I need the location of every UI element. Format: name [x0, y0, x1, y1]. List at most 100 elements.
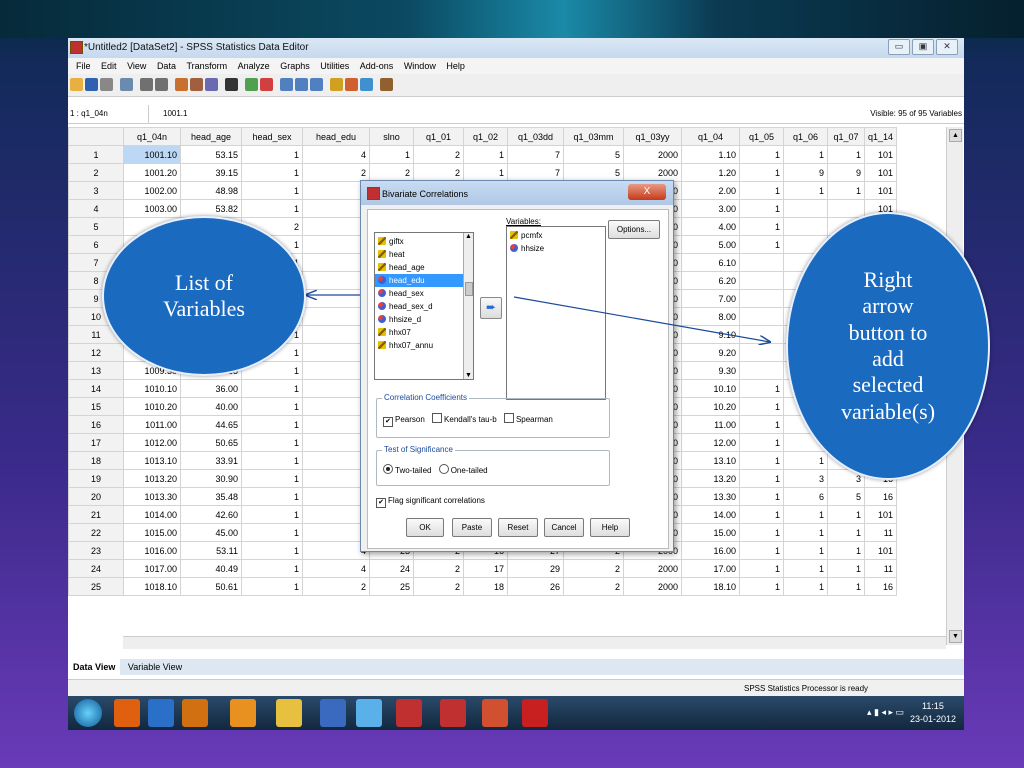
word-icon[interactable]: [320, 699, 346, 727]
data-cell[interactable]: 24: [369, 559, 414, 578]
data-cell[interactable]: 1: [739, 451, 784, 470]
menu-window[interactable]: Window: [404, 58, 436, 74]
data-cell[interactable]: 101: [863, 163, 898, 182]
data-cell[interactable]: 2: [369, 163, 414, 182]
data-cell[interactable]: 1: [241, 559, 303, 578]
use-sets-icon[interactable]: [345, 78, 358, 91]
data-cell[interactable]: 36.00: [180, 379, 242, 398]
menu-transform[interactable]: Transform: [186, 58, 227, 74]
data-cell[interactable]: 16.00: [681, 541, 740, 560]
data-cell[interactable]: 101: [863, 181, 898, 200]
list-scroll-thumb[interactable]: [465, 282, 473, 296]
spell-check-icon[interactable]: [380, 78, 393, 91]
goto-variable-icon[interactable]: [190, 78, 203, 91]
data-cell[interactable]: 2: [413, 559, 464, 578]
data-cell[interactable]: 5: [563, 163, 624, 182]
list-scroll-down-icon[interactable]: ▼: [465, 372, 472, 379]
menu-edit[interactable]: Edit: [101, 58, 117, 74]
cell-value-field[interactable]: 1001.1: [163, 109, 187, 118]
menu-graphs[interactable]: Graphs: [280, 58, 310, 74]
tab-data-view[interactable]: Data View: [68, 659, 121, 675]
data-cell[interactable]: 18: [463, 577, 508, 596]
data-cell[interactable]: 1: [241, 523, 303, 542]
data-cell[interactable]: 1: [783, 523, 828, 542]
data-cell[interactable]: 6.20: [681, 271, 740, 290]
data-cell[interactable]: 1: [739, 559, 784, 578]
data-cell[interactable]: 53.82: [180, 199, 242, 218]
row-number[interactable]: 4: [68, 199, 124, 218]
data-cell[interactable]: 1001.10: [123, 145, 181, 164]
data-cell[interactable]: 9: [827, 163, 865, 182]
menu-file[interactable]: File: [76, 58, 91, 74]
data-cell[interactable]: 7.00: [681, 289, 740, 308]
data-cell[interactable]: 1010.20: [123, 397, 181, 416]
data-cell[interactable]: 1013.20: [123, 469, 181, 488]
data-cell[interactable]: 1013.30: [123, 487, 181, 506]
variable-list-item[interactable]: hhx07_annu: [375, 339, 473, 352]
data-cell[interactable]: 10.20: [681, 397, 740, 416]
data-cell[interactable]: [739, 271, 784, 290]
redo-icon[interactable]: [155, 78, 168, 91]
column-header-q1-06[interactable]: q1_06: [783, 127, 828, 146]
data-cell[interactable]: 1002.00: [123, 181, 181, 200]
data-cell[interactable]: 1: [241, 181, 303, 200]
data-cell[interactable]: 5: [563, 145, 624, 164]
two-tailed-radio[interactable]: [383, 464, 393, 474]
ok-button[interactable]: OK: [406, 518, 444, 537]
data-cell[interactable]: 1014.00: [123, 505, 181, 524]
list-scroll-up-icon[interactable]: ▲: [464, 233, 473, 240]
print-icon[interactable]: [100, 78, 113, 91]
row-number[interactable]: 20: [68, 487, 124, 506]
data-cell[interactable]: 1: [827, 523, 865, 542]
data-cell[interactable]: 13.10: [681, 451, 740, 470]
variable-list-item[interactable]: head_edu: [375, 274, 473, 287]
data-cell[interactable]: 7: [507, 145, 564, 164]
data-cell[interactable]: 3.00: [681, 199, 740, 218]
data-cell[interactable]: 17: [463, 559, 508, 578]
column-header-q1-03dd[interactable]: q1_03dd: [507, 127, 564, 146]
column-header-q1-07[interactable]: q1_07: [827, 127, 865, 146]
data-cell[interactable]: 1: [739, 469, 784, 488]
data-cell[interactable]: 1: [463, 145, 508, 164]
split-file-icon[interactable]: [280, 78, 293, 91]
column-header-q1-04[interactable]: q1_04: [681, 127, 740, 146]
row-number[interactable]: 25: [68, 577, 124, 596]
data-cell[interactable]: 15.00: [681, 523, 740, 542]
menu-view[interactable]: View: [127, 58, 146, 74]
row-number[interactable]: 14: [68, 379, 124, 398]
data-cell[interactable]: 48.98: [180, 181, 242, 200]
data-cell[interactable]: 1: [783, 577, 828, 596]
data-cell[interactable]: 1: [739, 379, 784, 398]
dialog-recall-icon[interactable]: [120, 78, 133, 91]
data-cell[interactable]: 2: [563, 577, 624, 596]
column-header-q1-02[interactable]: q1_02: [463, 127, 508, 146]
data-cell[interactable]: 16: [863, 487, 898, 506]
data-cell[interactable]: 1: [827, 181, 865, 200]
data-cell[interactable]: 4.00: [681, 217, 740, 236]
data-cell[interactable]: 53.11: [180, 541, 242, 560]
data-cell[interactable]: 1: [241, 145, 303, 164]
data-cell[interactable]: 1: [739, 163, 784, 182]
maximize-button[interactable]: ▣: [912, 39, 934, 55]
row-number[interactable]: 3: [68, 181, 124, 200]
menu-help[interactable]: Help: [446, 58, 465, 74]
data-cell[interactable]: 25: [369, 577, 414, 596]
select-cases-icon[interactable]: [310, 78, 323, 91]
start-button[interactable]: [74, 699, 102, 727]
data-cell[interactable]: 9: [783, 163, 828, 182]
data-cell[interactable]: 3: [783, 469, 828, 488]
dialog-close-button[interactable]: X: [628, 184, 666, 200]
variable-list-item[interactable]: hhsize: [507, 242, 605, 255]
data-cell[interactable]: 40.00: [180, 397, 242, 416]
variable-list-item[interactable]: head_age: [375, 261, 473, 274]
data-cell[interactable]: 1012.00: [123, 433, 181, 452]
variable-list-item[interactable]: hhsize_d: [375, 313, 473, 326]
column-header-q1-03yy[interactable]: q1_03yy: [623, 127, 682, 146]
column-header-q1-04n[interactable]: q1_04n: [123, 127, 181, 146]
horizontal-scrollbar[interactable]: [123, 636, 946, 649]
data-cell[interactable]: 9.30: [681, 361, 740, 380]
spss-output-icon[interactable]: [440, 699, 466, 727]
data-cell[interactable]: [739, 289, 784, 308]
tab-variable-view[interactable]: Variable View: [123, 659, 187, 675]
data-cell[interactable]: 1: [739, 523, 784, 542]
